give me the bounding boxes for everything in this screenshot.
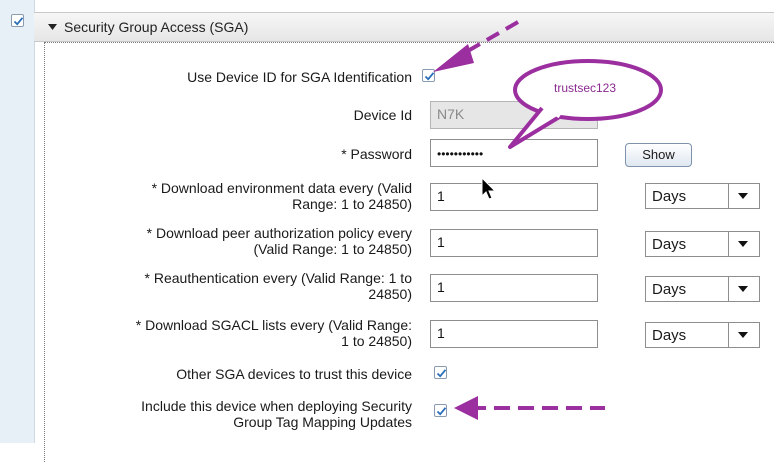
download-env-unit-value: Days bbox=[652, 188, 687, 205]
caret-down-icon bbox=[48, 24, 57, 30]
dropdown-arrow bbox=[728, 323, 759, 347]
include-device-checkbox[interactable] bbox=[434, 404, 447, 417]
check-icon bbox=[436, 407, 447, 416]
check-icon bbox=[424, 72, 435, 81]
reauth-unit-select[interactable]: Days bbox=[645, 276, 760, 302]
check-icon bbox=[436, 369, 447, 378]
device-id-label: Device Id bbox=[353, 107, 412, 123]
sgacl-label-line1: * Download SGACL lists every (Valid Rang… bbox=[135, 317, 412, 333]
download-env-label-line1: * Download environment data every (Valid bbox=[151, 180, 412, 196]
reauth-input[interactable]: 1 bbox=[430, 274, 598, 302]
show-password-button[interactable]: Show bbox=[625, 143, 692, 167]
section-header[interactable]: Security Group Access (SGA) bbox=[34, 12, 774, 42]
other-devices-checkbox[interactable] bbox=[434, 366, 447, 379]
sgacl-label-line2: 1 to 24850) bbox=[341, 333, 412, 349]
reauth-label-line1: * Reauthentication every (Valid Range: 1… bbox=[144, 270, 412, 286]
password-label: * Password bbox=[341, 146, 412, 162]
chevron-down-icon bbox=[738, 193, 748, 199]
include-device-label-line1: Include this device when deploying Secur… bbox=[141, 398, 412, 414]
sgacl-unit-value: Days bbox=[652, 327, 687, 344]
download-env-input[interactable]: 1 bbox=[430, 183, 598, 211]
reauth-label-line2: 24850) bbox=[368, 286, 412, 302]
reauth-unit-value: Days bbox=[652, 281, 687, 298]
row-selection-gutter bbox=[0, 0, 35, 443]
download-peer-input[interactable]: 1 bbox=[430, 229, 598, 257]
check-icon bbox=[13, 17, 24, 26]
device-id-field: N7K bbox=[430, 101, 598, 129]
download-peer-unit-select[interactable]: Days bbox=[645, 231, 760, 257]
chevron-down-icon bbox=[738, 286, 748, 292]
download-peer-label-line1: * Download peer authorization policy eve… bbox=[146, 225, 412, 241]
password-field[interactable]: ••••••••••• bbox=[430, 139, 598, 167]
use-device-id-checkbox[interactable] bbox=[422, 69, 435, 82]
download-peer-label-line2: (Valid Range: 1 to 24850) bbox=[253, 241, 412, 257]
chevron-down-icon bbox=[738, 332, 748, 338]
include-device-label-line2: Group Tag Mapping Updates bbox=[233, 414, 412, 430]
download-peer-unit-value: Days bbox=[652, 236, 687, 253]
other-devices-label: Other SGA devices to trust this device bbox=[176, 366, 412, 382]
download-env-label-line2: Range: 1 to 24850) bbox=[292, 196, 412, 212]
sgacl-unit-select[interactable]: Days bbox=[645, 322, 760, 348]
chevron-down-icon bbox=[738, 241, 748, 247]
dropdown-arrow bbox=[728, 277, 759, 301]
download-env-unit-select[interactable]: Days bbox=[645, 183, 760, 209]
sgacl-input[interactable]: 1 bbox=[430, 320, 598, 348]
annotation-bubble-text: trustsec123 bbox=[554, 81, 617, 95]
section-title: Security Group Access (SGA) bbox=[64, 19, 249, 35]
section-enable-checkbox[interactable] bbox=[11, 14, 24, 27]
use-device-id-label: Use Device ID for SGA Identification bbox=[187, 69, 412, 85]
dropdown-arrow bbox=[728, 184, 759, 208]
dropdown-arrow bbox=[728, 232, 759, 256]
